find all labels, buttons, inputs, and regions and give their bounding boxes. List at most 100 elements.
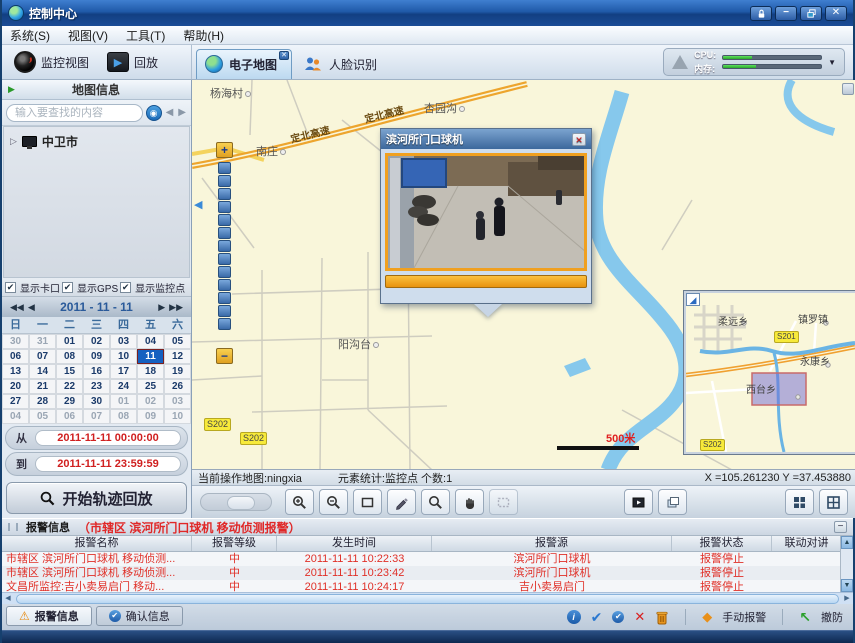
calendar-day[interactable]: 11	[137, 349, 164, 364]
tab-emap[interactable]: 电子地图 ✕	[196, 49, 292, 79]
map-zoom-out-button[interactable]: −	[216, 348, 233, 364]
map-zoom-level[interactable]	[218, 175, 231, 187]
calendar-day[interactable]: 10	[164, 409, 191, 424]
chevron-down-icon[interactable]: ▼	[828, 58, 836, 67]
tab-alarm-info[interactable]: ⚠ 报警信息	[6, 606, 92, 626]
tree-item-city[interactable]: ▷ 中卫市	[10, 133, 183, 150]
trash-icon[interactable]	[655, 610, 669, 625]
info-icon[interactable]: i	[567, 610, 581, 624]
camera-video-frame[interactable]	[385, 153, 587, 271]
close-button[interactable]: ✕	[825, 6, 847, 21]
rectangle-select-button[interactable]	[353, 489, 382, 515]
calendar-day[interactable]: 06	[56, 409, 83, 424]
calendar-day[interactable]: 13	[2, 364, 29, 379]
start-track-playback-button[interactable]: 开始轨迹回放	[6, 482, 187, 514]
col-alarm-level[interactable]: 报警等级	[192, 536, 277, 551]
delete-icon[interactable]: ✕	[634, 609, 645, 625]
overview-inset-map[interactable]: ◢	[684, 291, 855, 454]
confirm-all-icon[interactable]: ✔	[612, 611, 624, 623]
panel-arrow-icon[interactable]: ▶	[8, 84, 15, 95]
to-datetime-field[interactable]: 2011-11-11 23:59:59	[35, 456, 181, 472]
calendar-day[interactable]: 10	[110, 349, 137, 364]
calendar-day[interactable]: 07	[83, 409, 110, 424]
map-pan-left-icon[interactable]: ◀	[194, 198, 202, 211]
layout-split-button[interactable]	[819, 489, 848, 515]
calendar-day[interactable]: 01	[56, 334, 83, 349]
calendar-day[interactable]: 12	[164, 349, 191, 364]
manual-alarm-button[interactable]: 手动报警	[722, 609, 766, 625]
calendar-day[interactable]: 29	[56, 394, 83, 409]
alarm-vertical-scrollbar[interactable]: ▲ ▼	[840, 536, 853, 592]
alarm-horizontal-scrollbar[interactable]: ◀ ▶	[2, 592, 853, 604]
map-zoom-level[interactable]	[218, 318, 231, 330]
map-zoom-level[interactable]	[218, 305, 231, 317]
restore-button[interactable]	[800, 6, 822, 21]
tab-close-icon[interactable]: ✕	[279, 51, 289, 60]
inset-expand-icon[interactable]: ◢	[686, 293, 700, 306]
minimize-button[interactable]: −	[775, 6, 797, 21]
calendar-day[interactable]: 28	[29, 394, 56, 409]
layers-button[interactable]	[658, 489, 687, 515]
checkbox-bayonet[interactable]: ✔	[5, 282, 16, 293]
calendar-day[interactable]: 31	[29, 334, 56, 349]
tab-face-recognition[interactable]: 人脸识别	[294, 49, 392, 79]
calendar-day[interactable]: 05	[164, 334, 191, 349]
calendar-day[interactable]: 16	[83, 364, 110, 379]
calendar-day[interactable]: 19	[164, 364, 191, 379]
map-zoom-level[interactable]	[218, 279, 231, 291]
col-alarm-status[interactable]: 报警状态	[672, 536, 772, 551]
scroll-left-icon[interactable]: ◀	[2, 593, 14, 605]
checkbox-monitor-point[interactable]: ✔	[120, 282, 131, 293]
map-zoom-in-button[interactable]: +	[216, 142, 233, 158]
camera-popup[interactable]: 滨河所门口球机 ✕	[380, 128, 592, 304]
lock-button[interactable]	[750, 6, 772, 21]
zoom-in-tool-button[interactable]	[285, 489, 314, 515]
checkbox-gps[interactable]: ✔	[62, 282, 73, 293]
calendar-day[interactable]: 07	[29, 349, 56, 364]
calendar-day[interactable]: 03	[110, 334, 137, 349]
area-select-button[interactable]	[489, 489, 518, 515]
map-corner-button[interactable]	[842, 83, 854, 95]
scroll-down-icon[interactable]: ▼	[841, 579, 853, 592]
menu-item-3[interactable]: 帮助(H)	[183, 27, 224, 44]
calendar-day[interactable]: 01	[110, 394, 137, 409]
export-view-button[interactable]	[624, 489, 653, 515]
from-datetime-field[interactable]: 2011-11-11 00:00:00	[35, 430, 181, 446]
alarm-table-row[interactable]: 文昌所监控:吉小卖易启门 移动...中2011-11-11 10:24:17吉小…	[2, 580, 840, 592]
calendar-day[interactable]: 14	[29, 364, 56, 379]
calendar-day[interactable]: 15	[56, 364, 83, 379]
calendar-next-year-icon[interactable]: ▶▶	[167, 302, 185, 313]
menu-item-2[interactable]: 工具(T)	[126, 27, 165, 44]
calendar-day[interactable]: 26	[164, 379, 191, 394]
calendar-day[interactable]: 06	[2, 349, 29, 364]
confirm-icon[interactable]: ✔	[591, 609, 603, 626]
map-zoom-level[interactable]	[218, 240, 231, 252]
zoom-out-tool-button[interactable]	[319, 489, 348, 515]
calendar-day[interactable]: 30	[2, 334, 29, 349]
calendar-day[interactable]: 03	[164, 394, 191, 409]
search-prev-icon[interactable]: ◀	[165, 107, 175, 118]
map-zoom-level[interactable]	[218, 188, 231, 200]
calendar-day[interactable]: 21	[29, 379, 56, 394]
calendar-next-month-icon[interactable]: ▶	[156, 302, 167, 313]
calendar-day[interactable]: 04	[2, 409, 29, 424]
map-zoom-level[interactable]	[218, 292, 231, 304]
map-canvas[interactable]: 杨海村杏园沟南庄阳沟台定北高速定北高速S202S202500米 + − ◀ 滨河…	[192, 80, 855, 470]
calendar-day[interactable]: 30	[83, 394, 110, 409]
calendar-prev-month-icon[interactable]: ◀	[26, 302, 37, 313]
col-alarm-talk[interactable]: 联动对讲	[772, 536, 842, 551]
map-zoom-slider[interactable]	[218, 162, 231, 330]
map-zoom-level[interactable]	[218, 266, 231, 278]
map-zoom-level[interactable]	[218, 162, 231, 174]
col-alarm-time[interactable]: 发生时间	[277, 536, 432, 551]
calendar-day[interactable]: 02	[137, 394, 164, 409]
map-zoom-level[interactable]	[218, 227, 231, 239]
panel-grip[interactable]	[8, 523, 18, 531]
map-zoom-level[interactable]	[218, 253, 231, 265]
tab-confirm-info[interactable]: ✔ 确认信息	[96, 606, 183, 626]
camera-popup-titlebar[interactable]: 滨河所门口球机 ✕	[381, 129, 591, 149]
calendar-day[interactable]: 08	[110, 409, 137, 424]
measure-pencil-button[interactable]	[387, 489, 416, 515]
map-zoom-level[interactable]	[218, 214, 231, 226]
calendar-day[interactable]: 27	[2, 394, 29, 409]
